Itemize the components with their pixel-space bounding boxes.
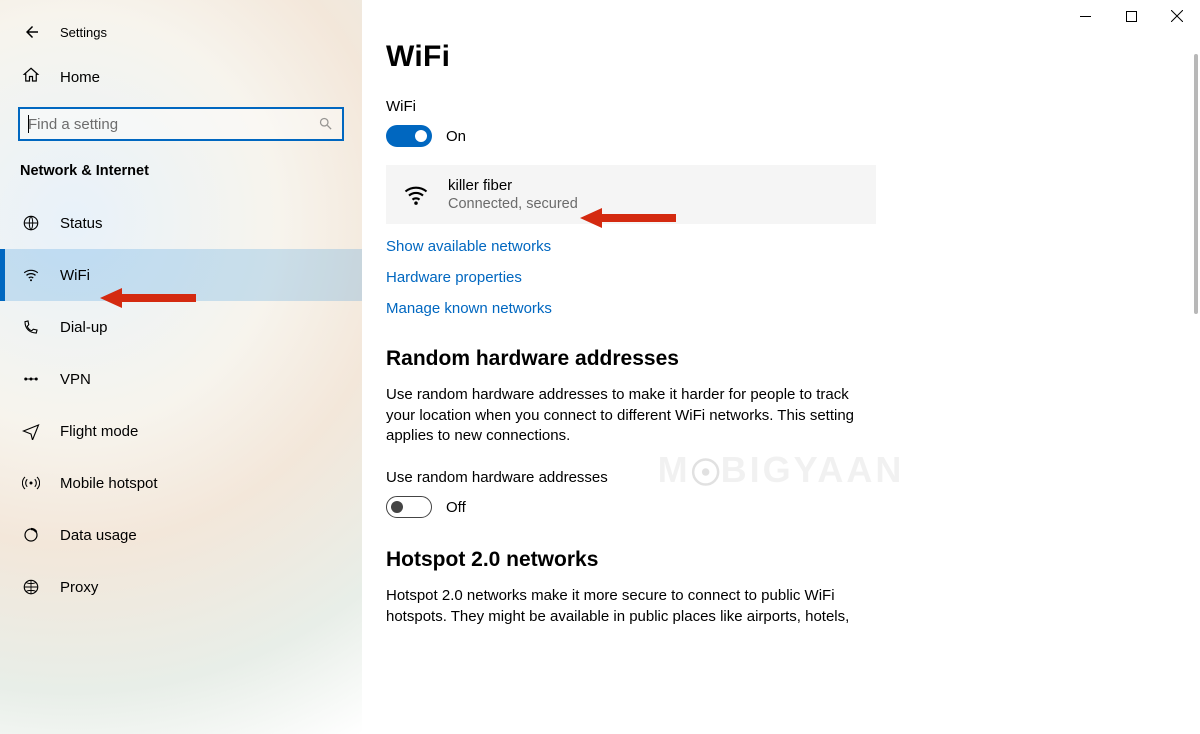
proxy-icon [22, 578, 40, 596]
maximize-icon [1126, 11, 1137, 22]
sidebar-item-flight[interactable]: Flight mode [0, 405, 362, 457]
app-title: Settings [60, 25, 107, 40]
wifi-signal-icon [402, 181, 430, 209]
wifi-toggle-state: On [446, 128, 466, 145]
sidebar-item-home[interactable]: Home [0, 52, 362, 103]
search-input[interactable] [28, 116, 318, 133]
hotspot20-description: Hotspot 2.0 networks make it more secure… [386, 586, 876, 627]
wifi-toggle-label: WiFi [386, 98, 1200, 115]
link-hardware-properties[interactable]: Hardware properties [386, 269, 1200, 286]
search-box[interactable] [18, 107, 344, 141]
sidebar-item-label: Data usage [60, 527, 137, 544]
globe-icon [22, 214, 40, 232]
sidebar-item-dialup[interactable]: Dial-up [0, 301, 362, 353]
home-icon [22, 66, 40, 89]
datausage-icon [22, 526, 40, 544]
random-hw-toggle-row: Off [386, 496, 1200, 518]
airplane-icon [22, 422, 40, 440]
sidebar-item-vpn[interactable]: VPN [0, 353, 362, 405]
sidebar-item-proxy[interactable]: Proxy [0, 561, 362, 613]
phone-icon [22, 318, 40, 336]
sidebar-item-label: Flight mode [60, 423, 138, 440]
arrow-left-icon [23, 23, 41, 41]
link-known-networks[interactable]: Manage known networks [386, 300, 1200, 317]
random-hw-toggle[interactable] [386, 496, 432, 518]
main-content: WiFi WiFi On killer fiber Connected, sec… [362, 0, 1200, 734]
sidebar-item-label: WiFi [60, 267, 90, 284]
nav-list: Status WiFi Dial-up VPN [0, 197, 362, 613]
network-info: killer fiber Connected, secured [448, 177, 578, 212]
back-button[interactable] [22, 22, 42, 42]
sidebar-item-label: VPN [60, 371, 91, 388]
toggle-knob [391, 501, 403, 513]
sidebar-item-wifi[interactable]: WiFi [0, 249, 362, 301]
home-label: Home [60, 69, 100, 86]
sidebar-item-datausage[interactable]: Data usage [0, 509, 362, 561]
wifi-toggle[interactable] [386, 125, 432, 147]
page-title: WiFi [386, 40, 1200, 74]
minimize-icon [1080, 11, 1091, 22]
network-status: Connected, secured [448, 196, 578, 212]
text-cursor [28, 115, 29, 133]
sidebar-item-hotspot[interactable]: Mobile hotspot [0, 457, 362, 509]
link-available-networks[interactable]: Show available networks [386, 238, 1200, 255]
category-header: Network & Internet [0, 159, 362, 197]
hotspot20-heading: Hotspot 2.0 networks [386, 548, 1200, 572]
settings-window: Settings Home Network & Internet Status [0, 0, 1200, 734]
random-hw-toggle-state: Off [446, 499, 466, 516]
maximize-button[interactable] [1108, 0, 1154, 32]
sidebar: Settings Home Network & Internet Status [0, 0, 362, 734]
current-network-card[interactable]: killer fiber Connected, secured [386, 165, 876, 224]
wifi-icon [22, 266, 40, 284]
sidebar-item-status[interactable]: Status [0, 197, 362, 249]
vertical-scrollbar[interactable] [1194, 54, 1198, 314]
close-button[interactable] [1154, 0, 1200, 32]
random-hw-toggle-label: Use random hardware addresses [386, 469, 1200, 486]
random-hw-heading: Random hardware addresses [386, 347, 1200, 371]
sidebar-item-label: Mobile hotspot [60, 475, 158, 492]
wifi-toggle-row: On [386, 125, 1200, 147]
search-icon [318, 116, 334, 132]
random-hw-description: Use random hardware addresses to make it… [386, 385, 876, 447]
close-icon [1171, 10, 1183, 22]
toggle-knob [415, 130, 427, 142]
sidebar-item-label: Proxy [60, 579, 98, 596]
window-controls [1062, 0, 1200, 32]
sidebar-item-label: Dial-up [60, 319, 108, 336]
titlebar: Settings [0, 8, 362, 52]
hotspot-icon [22, 474, 40, 492]
minimize-button[interactable] [1062, 0, 1108, 32]
sidebar-item-label: Status [60, 215, 103, 232]
network-ssid: killer fiber [448, 177, 578, 194]
vpn-icon [22, 370, 40, 388]
